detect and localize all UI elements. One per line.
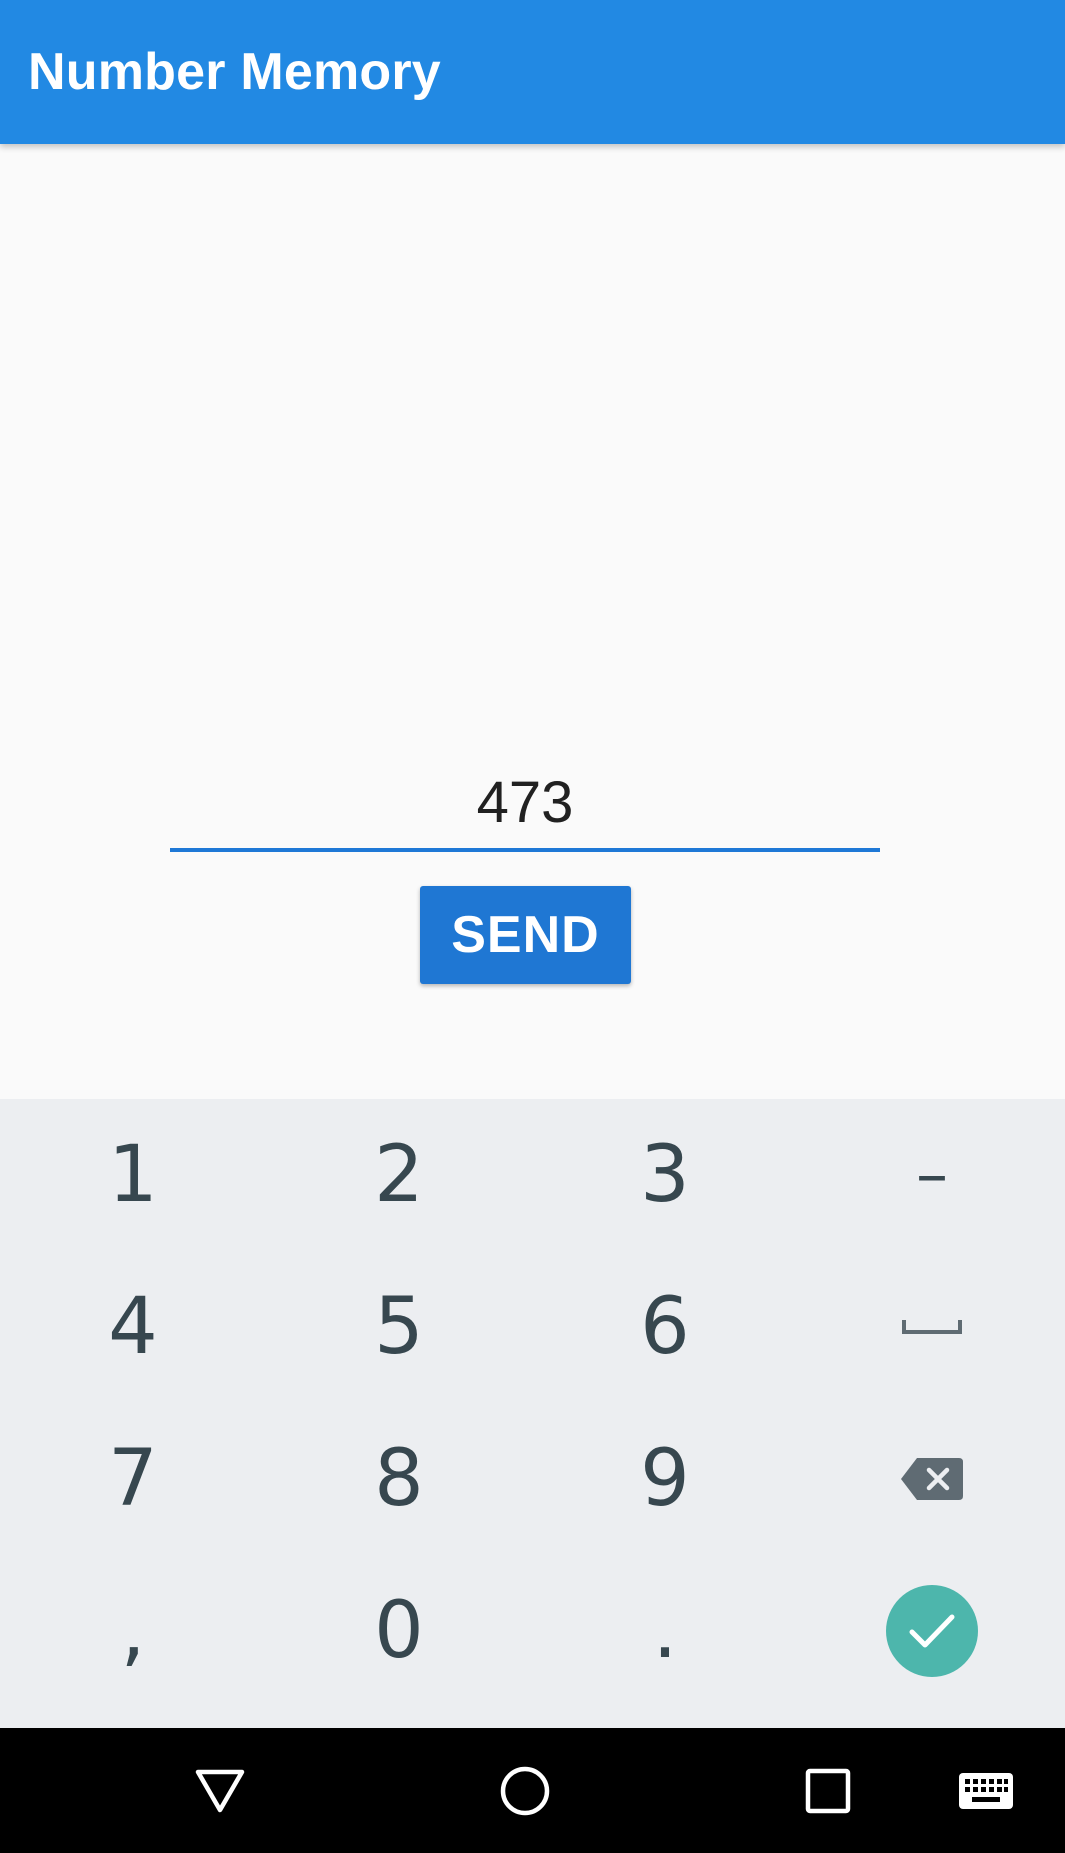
key-backspace[interactable]: [799, 1403, 1065, 1555]
key-3[interactable]: 3: [532, 1099, 798, 1251]
done-button-circle: [886, 1585, 978, 1677]
back-triangle-icon: [195, 1769, 245, 1812]
key-space[interactable]: [799, 1251, 1065, 1403]
key-comma[interactable]: ,: [0, 1555, 266, 1707]
nav-back-button[interactable]: [160, 1728, 280, 1853]
navigation-bar: [0, 1728, 1065, 1853]
key-4[interactable]: 4: [0, 1251, 266, 1403]
backspace-icon: [901, 1458, 963, 1500]
app-bar: Number Memory: [0, 0, 1065, 144]
key-5[interactable]: 5: [266, 1251, 532, 1403]
key-1[interactable]: 1: [0, 1099, 266, 1251]
screen: Number Memory SEND 1 2 3 – 4 5 6 7 8 9: [0, 0, 1065, 1853]
key-done[interactable]: [799, 1555, 1065, 1707]
send-button[interactable]: SEND: [420, 886, 631, 984]
key-7[interactable]: 7: [0, 1403, 266, 1555]
app-title: Number Memory: [28, 43, 441, 101]
numeric-keyboard: 1 2 3 – 4 5 6 7 8 9 , 0 .: [0, 1099, 1065, 1728]
keyboard-icon: [959, 1772, 1013, 1809]
home-circle-icon: [500, 1766, 550, 1815]
number-input[interactable]: [170, 756, 880, 852]
key-6[interactable]: 6: [532, 1251, 798, 1403]
key-2[interactable]: 2: [266, 1099, 532, 1251]
key-9[interactable]: 9: [532, 1403, 798, 1555]
space-icon: [902, 1320, 962, 1334]
nav-recents-button[interactable]: [768, 1728, 888, 1853]
content-area: SEND: [0, 144, 1065, 1099]
check-icon: [909, 1614, 955, 1648]
recents-square-icon: [805, 1768, 851, 1813]
nav-home-button[interactable]: [465, 1728, 585, 1853]
key-0[interactable]: 0: [266, 1555, 532, 1707]
key-minus[interactable]: –: [799, 1099, 1065, 1251]
nav-keyboard-button[interactable]: [926, 1728, 1046, 1853]
key-8[interactable]: 8: [266, 1403, 532, 1555]
key-period[interactable]: .: [532, 1555, 798, 1707]
